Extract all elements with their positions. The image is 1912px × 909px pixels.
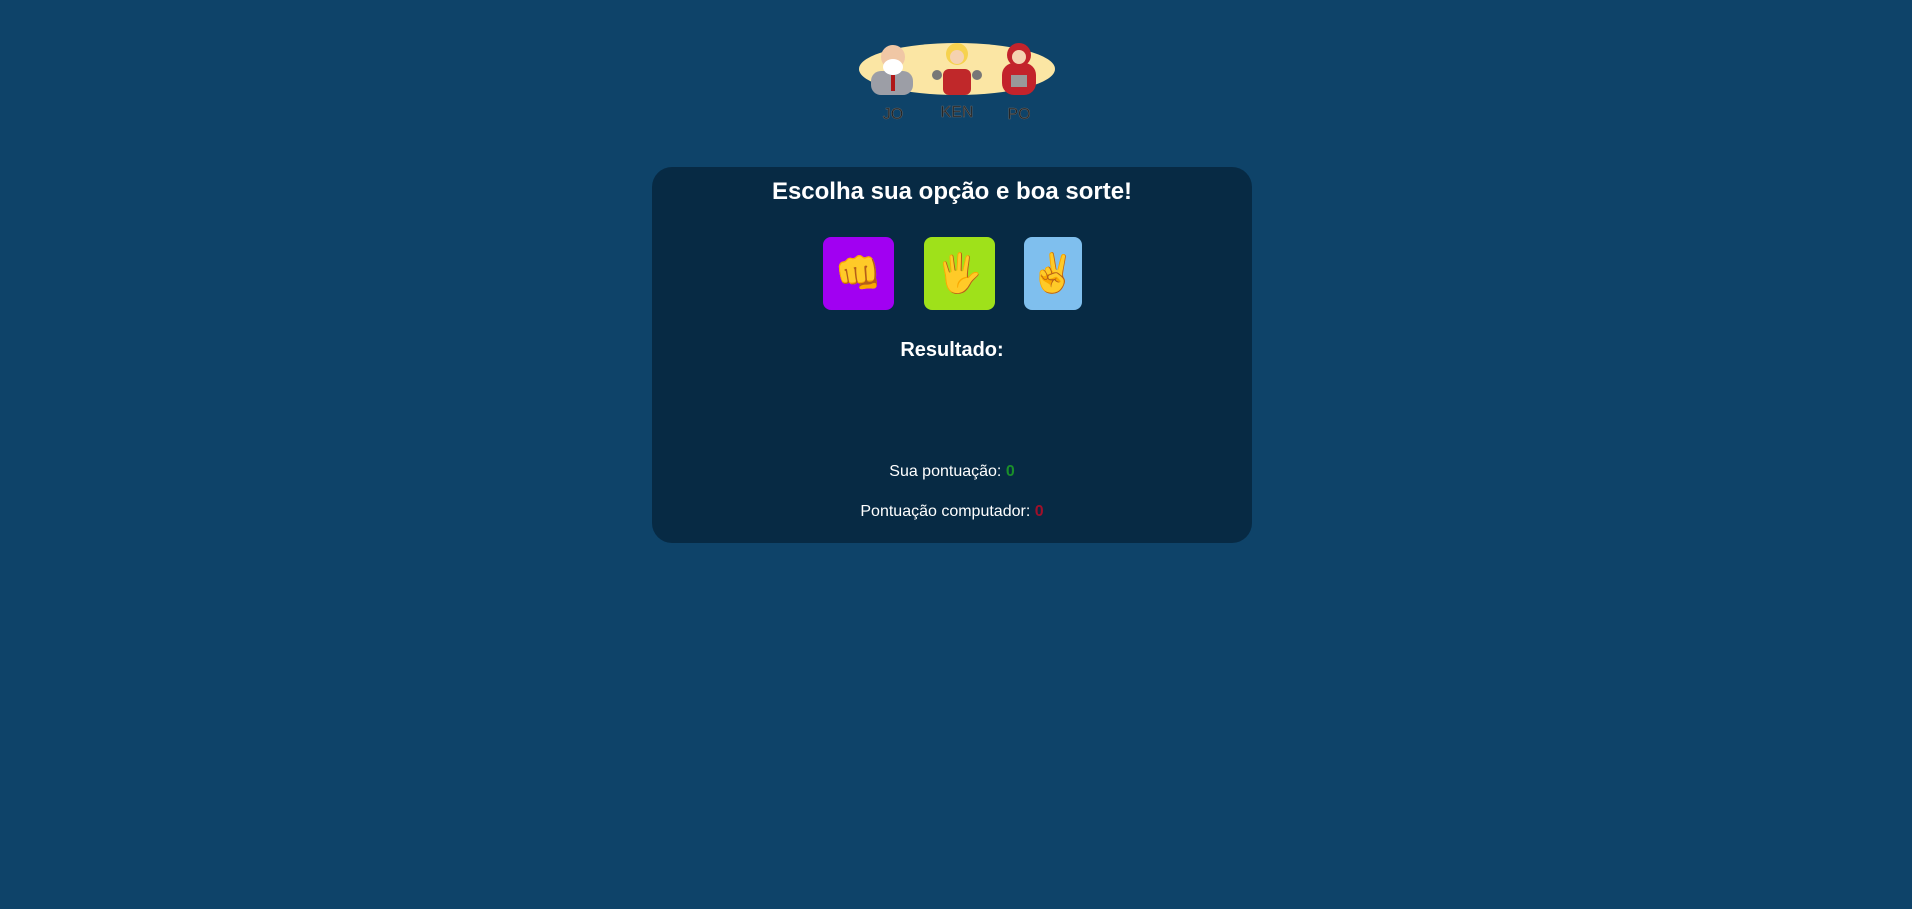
computer-score: Pontuação computador: 0 [652,503,1252,521]
result-label: Resultado: [900,339,1004,361]
rock-button[interactable]: 👊 [823,237,894,310]
svg-text:PO: PO [1007,106,1030,123]
raised-hand-icon: 🖐 [935,252,984,295]
victory-hand-icon: ✌ [1029,252,1077,295]
paper-button[interactable]: 🖐 [924,237,995,310]
player-score-label: Sua pontuação: [889,463,1002,480]
computer-score-value: 0 [1034,503,1044,520]
svg-text:JO: JO [883,106,903,123]
player-score-value: 0 [1005,463,1015,480]
fist-icon: 👊 [834,252,883,295]
page-title: Escolha sua opção e boa sorte! [771,178,1133,205]
player-score: Sua pontuação: 0 [652,463,1252,481]
game-card: Escolha sua opção e boa sorte! 👊 🖐 ✌ Res… [652,167,1252,543]
jokenpo-logo: JO KEN PO [859,43,1055,123]
svg-text:KEN: KEN [941,104,974,121]
scissors-button[interactable]: ✌ [1024,237,1082,310]
computer-score-label: Pontuação computador: [860,503,1031,520]
